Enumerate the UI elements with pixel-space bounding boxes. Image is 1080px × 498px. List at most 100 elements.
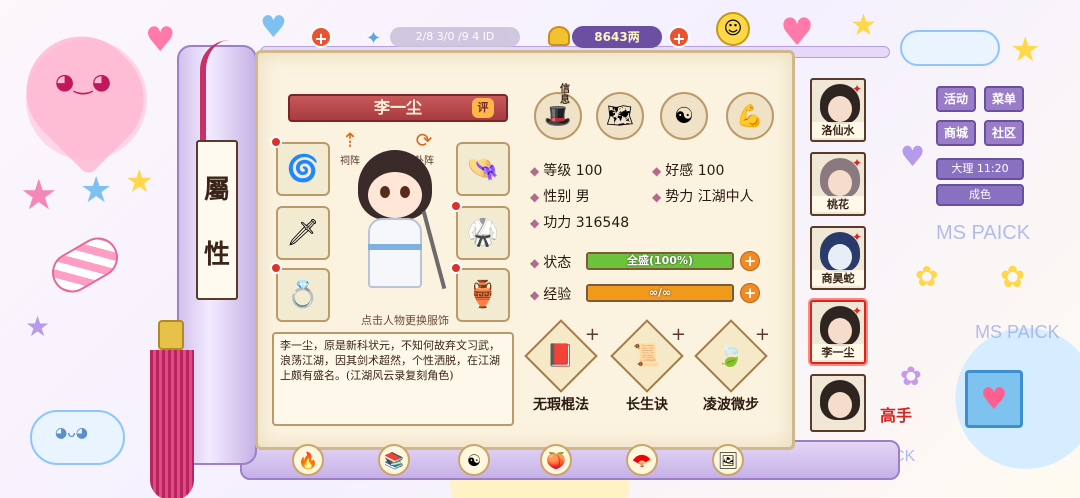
change-outfit-hint: 点击人物更换服饰 [361, 314, 449, 327]
exp-text: ∞/∞ [648, 286, 672, 299]
plus-icon: + [670, 324, 686, 345]
stat-faction: ◆ 势力 江湖中人 [652, 189, 754, 205]
yinyang-icon: ☯ [674, 103, 694, 129]
heart-icon: ♥ [900, 140, 926, 173]
rank-icon: ✦ [851, 82, 862, 96]
character-list-item[interactable] [810, 374, 866, 432]
map-icon: 🗺 [606, 103, 634, 129]
notification-dot [450, 262, 462, 274]
tab-body[interactable]: 💪 [726, 92, 774, 140]
stat-level: ◆ 等级 100 [530, 163, 603, 179]
notification-dot [270, 262, 282, 274]
peach-icon: 🍑 [540, 444, 572, 476]
skill-name: 无瑕棍法 [533, 397, 589, 413]
cycle-icon: ⟳ [415, 128, 433, 152]
attribute-tab-label: 屬 性 [196, 140, 238, 300]
star-icon: ★ [80, 170, 113, 211]
skill-slot[interactable]: 📕 + 无瑕棍法 [524, 319, 600, 414]
bird-icon: ✦ [366, 28, 382, 49]
rank-icon: ✦ [851, 156, 862, 170]
cloud-armor-icon: 🌀 [286, 154, 320, 184]
stat-gender: ◆ 性别 男 [530, 189, 590, 205]
community-button[interactable]: 社区 [984, 120, 1024, 146]
shop-button[interactable]: 商城 [936, 120, 976, 146]
star-icon: ★ [1010, 30, 1041, 70]
gold-ingot-icon [548, 26, 570, 46]
notification-dot [270, 136, 282, 148]
heart-card-icon: ♥ [965, 370, 1023, 428]
skill-slot[interactable]: 🍃 + 凌波微步 [694, 319, 770, 414]
gourd-icon: 🏺 [466, 280, 500, 310]
menu-button[interactable]: 菜单 [984, 86, 1024, 112]
spear-icon: 🗡 [286, 218, 320, 248]
rank-icon: ✦ [851, 230, 862, 244]
heart-face-doodle: ◕‿◕ [55, 70, 112, 95]
equipment-slot-ring[interactable]: 💍 [276, 268, 330, 322]
character-list-item-selected[interactable]: ✦ 李一尘 [810, 300, 866, 364]
cloud-face: ◕ᴗ◕ [55, 425, 88, 441]
attribute-char: 性 [203, 240, 230, 270]
hat-icon: 👒 [466, 154, 500, 184]
arrow-up-icon: ⇡ [341, 128, 359, 152]
plus-icon: + [754, 324, 770, 345]
smile-face-icon: ☺ [716, 12, 750, 46]
tab-map[interactable]: 🗺 [596, 92, 644, 140]
books-icon: 📚 [378, 444, 410, 476]
status-bar: 全盛(100%) [586, 252, 734, 270]
restore-status-button[interactable]: + [740, 251, 760, 271]
jade-icon: 🍃 [717, 343, 745, 369]
cloud-doodle [900, 30, 1000, 66]
book-icon: 📕 [547, 343, 575, 369]
equipment-slot-weapon[interactable]: 🗡 [276, 206, 330, 260]
tab-yinyang[interactable]: ☯ [660, 92, 708, 140]
equipment-slot-armor[interactable]: 🌀 [276, 142, 330, 196]
equipment-slot-robe[interactable]: 🥋 [456, 206, 510, 260]
add-exp-button[interactable]: + [740, 283, 760, 303]
plus-icon: + [584, 324, 600, 345]
robe-icon: 🥋 [466, 218, 500, 248]
status-label: ◆ 状态 [530, 255, 572, 271]
watermark-text: MS PAICK [936, 222, 1031, 244]
flower-icon: ✿ [1000, 260, 1026, 295]
info-pill: 2/8 3/0 /9 4 ID [390, 27, 520, 47]
stat-affinity: ◆ 好感 100 [652, 163, 725, 179]
watermark-text: MS PAICK [975, 322, 1060, 342]
character-list-item[interactable]: ✦ 桃花 [810, 152, 866, 216]
skill-name: 长生诀 [626, 397, 668, 413]
candy-doodle [44, 230, 126, 300]
picture-icon: 🖼 [712, 444, 744, 476]
skill-slot[interactable]: 📜 + 长生诀 [610, 319, 686, 414]
exp-bar: ∞/∞ [586, 284, 734, 302]
equipment-slot-hat[interactable]: 👒 [456, 142, 510, 196]
notification-dot [450, 200, 462, 212]
outfit-button[interactable]: 成色 [936, 184, 1024, 206]
add-currency-button[interactable]: + [668, 26, 690, 48]
character-list-item[interactable]: ✦ 洛仙水 [810, 78, 866, 142]
fire-icon: 🔥 [292, 444, 324, 476]
ring-icon: 💍 [286, 280, 320, 310]
status-text: 全盛(100%) [626, 254, 694, 267]
star-icon: ★ [25, 310, 51, 343]
stat-power: ◆ 功力 316548 [530, 215, 630, 231]
hat-icon: 🎩 [544, 103, 572, 129]
currency-display: 8643两 [572, 26, 662, 48]
rank-badge[interactable]: 评 [472, 98, 494, 118]
yinyang-icon: ☯ [458, 444, 490, 476]
scroll-icon: 📜 [633, 343, 661, 369]
star-icon: ★ [20, 170, 58, 219]
exp-label: ◆ 经验 [530, 287, 572, 303]
activity-button[interactable]: 活动 [936, 86, 976, 112]
character-description: 李一尘，原是新科状元，不知何故弃文习武，浪荡江湖，因其剑术超然，个性洒脱，在江湖… [272, 332, 514, 426]
fan-icon: 🪭 [626, 444, 658, 476]
skill-name: 凌波微步 [703, 397, 759, 413]
flower-icon: ✿ [915, 260, 939, 293]
character-list-item[interactable]: ✦ 商昊蛇 [810, 226, 866, 290]
character-avatar[interactable] [340, 150, 450, 300]
flower-icon: ✿ [900, 362, 922, 392]
add-button[interactable]: + [310, 26, 332, 48]
tab-info[interactable]: 🎩 [534, 92, 582, 140]
location-display[interactable]: 大理 11:20 [936, 158, 1024, 180]
rank-icon: ✦ [851, 304, 862, 318]
heart-icon: ♥ [260, 10, 287, 45]
star-icon: ★ [850, 8, 877, 43]
